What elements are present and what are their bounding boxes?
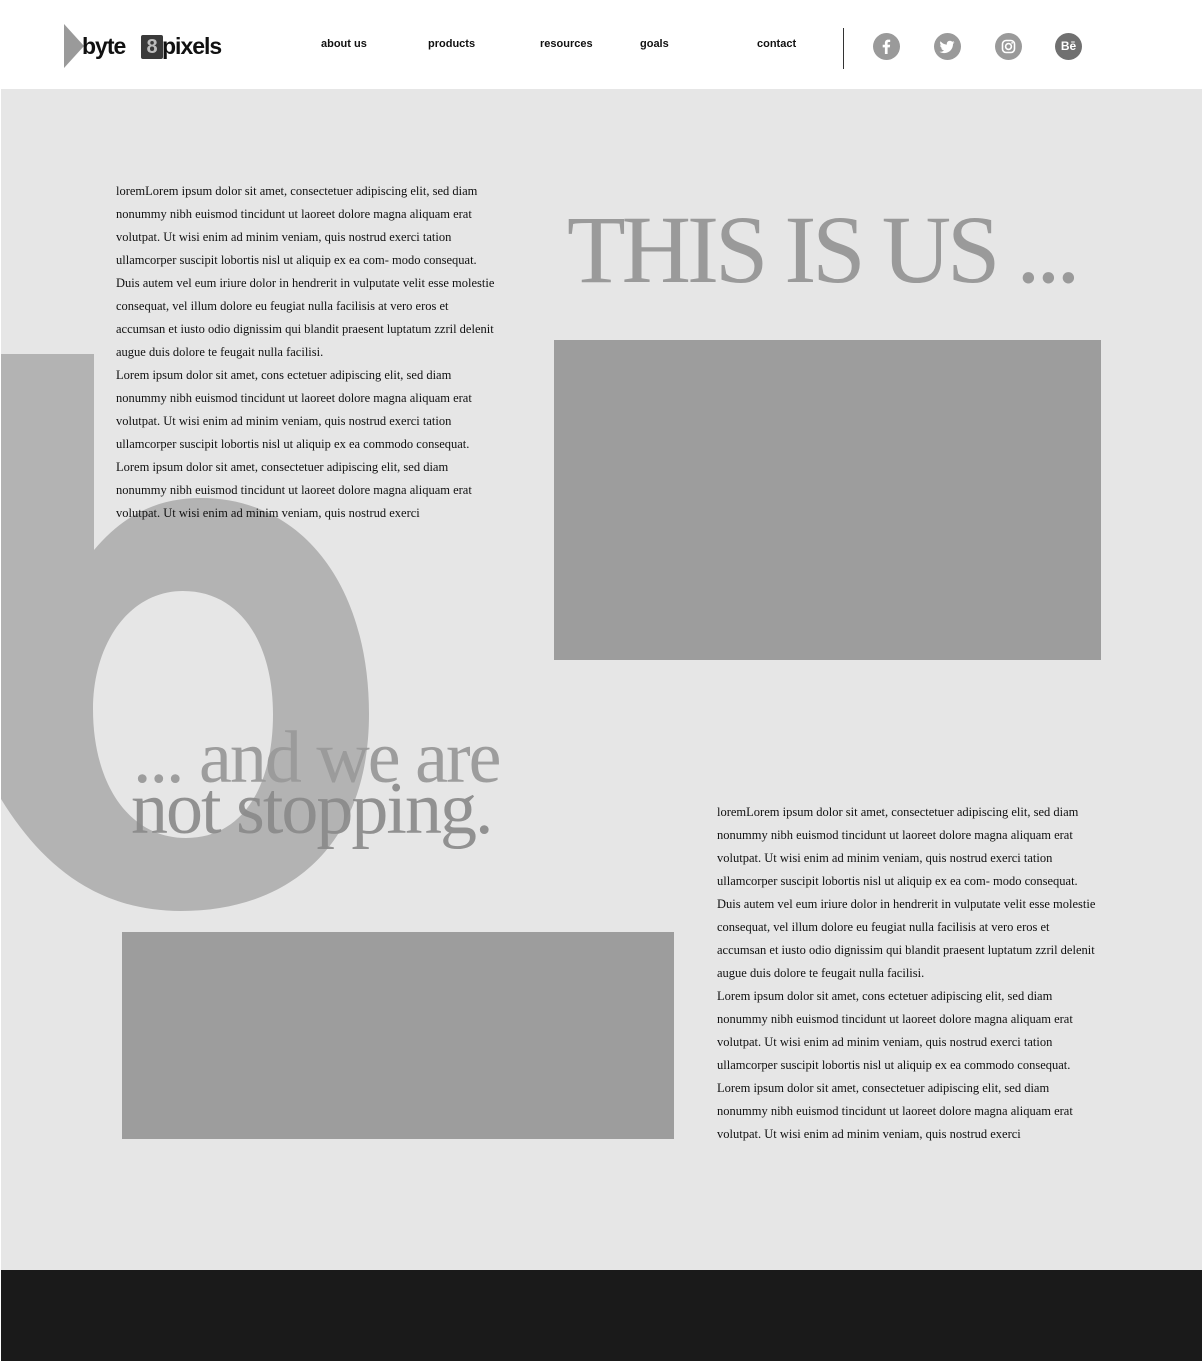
- intro-text: loremLorem ipsum dolor sit amet, consect…: [116, 180, 496, 525]
- logo-triangle-icon: [64, 24, 84, 68]
- site-header: byte 8 pixels about us products resource…: [0, 0, 1202, 89]
- brand-name-right: pixels: [162, 33, 222, 59]
- brand-mark-icon: 8: [141, 35, 163, 59]
- outro-paragraph: Lorem ipsum dolor sit amet, cons ectetue…: [717, 989, 1073, 1072]
- image-placeholder-bottom: [122, 932, 674, 1139]
- brand-logo[interactable]: byte 8 pixels: [64, 24, 244, 70]
- intro-paragraph: Lorem ipsum dolor sit amet, cons ectetue…: [116, 368, 472, 451]
- outro-text: loremLorem ipsum dolor sit amet, consect…: [717, 801, 1097, 1146]
- nav-goals[interactable]: goals: [640, 38, 669, 50]
- instagram-icon[interactable]: [995, 33, 1022, 60]
- behance-icon[interactable]: Bē: [1055, 33, 1082, 60]
- outro-paragraph: loremLorem ipsum dolor sit amet, consect…: [717, 805, 1096, 980]
- nav-divider: [843, 28, 844, 69]
- twitter-icon[interactable]: [934, 33, 961, 60]
- facebook-icon[interactable]: [873, 33, 900, 60]
- intro-paragraph: loremLorem ipsum dolor sit amet, consect…: [116, 184, 495, 359]
- tagline-line-2: not stopping.: [131, 768, 493, 850]
- outro-paragraph: Lorem ipsum dolor sit amet, consectetuer…: [717, 1081, 1073, 1141]
- site-footer: [1, 1270, 1202, 1361]
- nav-products[interactable]: products: [428, 38, 475, 50]
- intro-paragraph: Lorem ipsum dolor sit amet, consectetuer…: [116, 460, 472, 520]
- nav-about-us[interactable]: about us: [321, 38, 367, 50]
- nav-resources[interactable]: resources: [540, 38, 593, 50]
- behance-label: Bē: [1060, 39, 1077, 53]
- image-placeholder-top: [554, 340, 1101, 660]
- brand-name-left: byte: [82, 33, 126, 59]
- nav-contact[interactable]: contact: [757, 38, 796, 50]
- hero-title: THIS IS US ...: [567, 196, 1080, 303]
- main-content: loremLorem ipsum dolor sit amet, consect…: [1, 89, 1202, 1270]
